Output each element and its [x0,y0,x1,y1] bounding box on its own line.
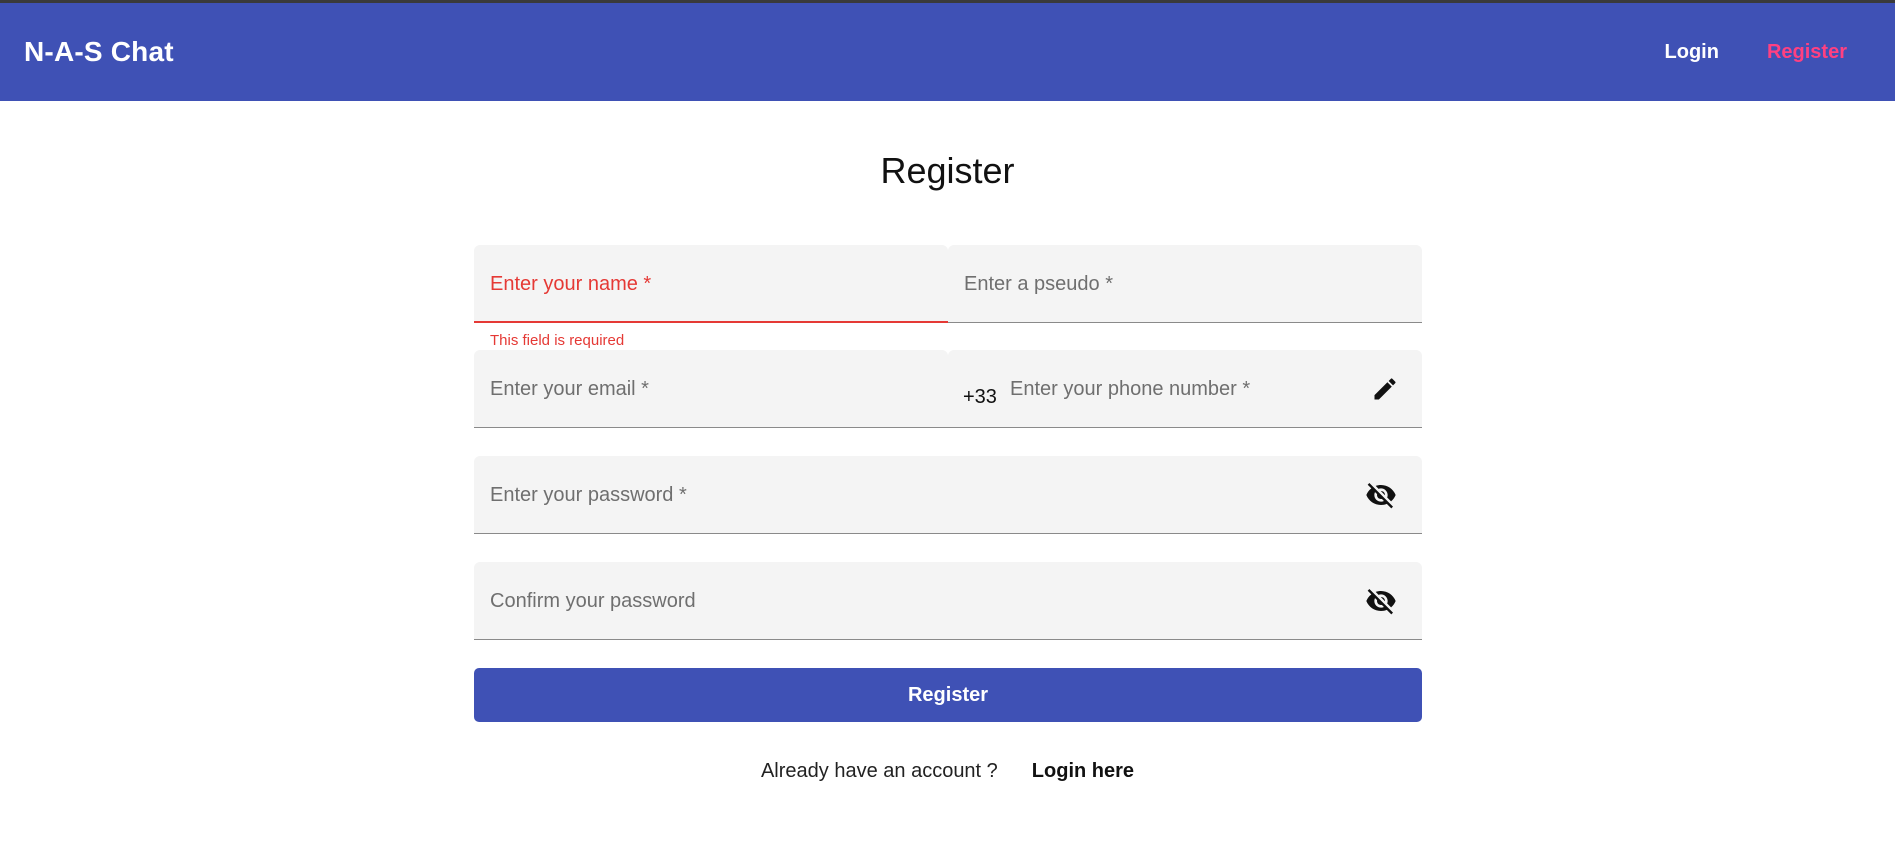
phone-country-prefix: +33 [963,386,997,408]
page-title: Register [880,150,1015,191]
email-field-placeholder: Enter your email * [490,378,649,400]
pseudo-field-placeholder: Enter a pseudo * [964,273,1113,295]
phone-field[interactable]: +33 Enter your phone number * [948,350,1422,428]
app-toolbar: N-A-S Chat Login Register [0,3,1895,101]
login-here-link[interactable]: Login here [1032,760,1134,783]
password-field-placeholder: Enter your password * [490,484,687,506]
name-field[interactable]: Enter your name * [474,245,948,323]
confirm-password-field[interactable]: Confirm your password [474,562,1422,640]
visibility-off-icon[interactable] [1364,478,1398,512]
login-prompt: Already have an account ? Login here [0,760,1895,783]
password-field[interactable]: Enter your password * [474,456,1422,534]
login-prompt-text: Already have an account ? [760,760,998,782]
nav-register-link[interactable]: Register [1743,41,1871,64]
nav-login-link[interactable]: Login [1641,41,1743,64]
visibility-off-icon[interactable] [1364,584,1398,618]
register-submit-button[interactable]: Register [474,668,1422,722]
top-nav: Login Register [1641,3,1871,101]
confirm-password-placeholder: Confirm your password [490,590,696,612]
email-field[interactable]: Enter your email * [474,350,948,428]
name-field-placeholder: Enter your name * [490,273,652,295]
pseudo-field[interactable]: Enter a pseudo * [948,245,1422,323]
app-brand: N-A-S Chat [24,36,174,67]
name-field-error: This field is required [490,332,625,349]
phone-field-placeholder: Enter your phone number * [1010,378,1251,400]
edit-icon[interactable] [1368,372,1402,406]
